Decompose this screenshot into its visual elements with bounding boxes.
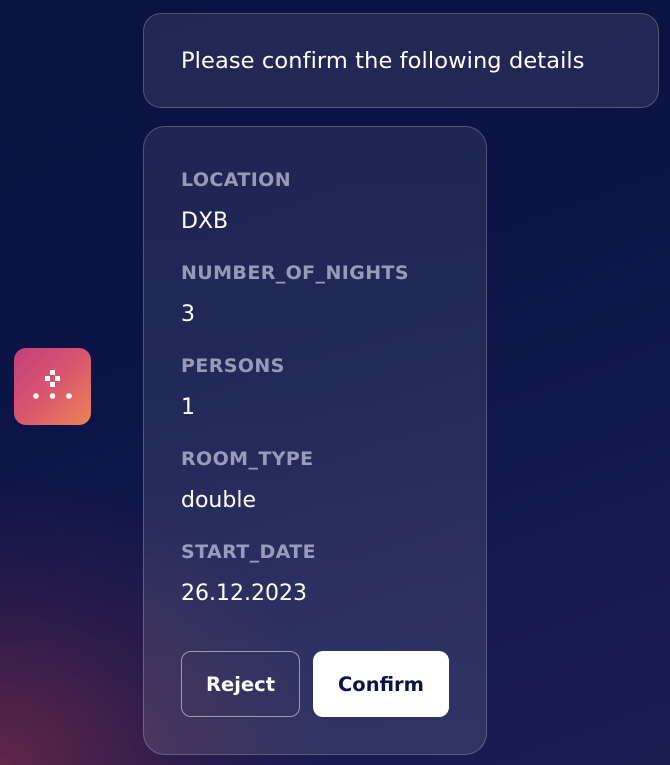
field-label-number-of-nights: NUMBER_OF_NIGHTS — [181, 262, 409, 284]
field-value-number-of-nights: 3 — [181, 302, 195, 327]
confirm-button[interactable]: Confirm — [313, 651, 449, 717]
message-text: Please confirm the following details — [181, 47, 585, 74]
confirmation-card: LOCATION DXB NUMBER_OF_NIGHTS 3 PERSONS … — [143, 126, 487, 755]
dots-logo-icon — [33, 370, 72, 399]
field-label-location: LOCATION — [181, 169, 292, 191]
field-label-room-type: ROOM_TYPE — [181, 448, 314, 470]
message-bubble: Please confirm the following details — [143, 13, 659, 108]
field-value-start-date: 26.12.2023 — [181, 581, 307, 606]
field-value-location: DXB — [181, 209, 229, 234]
field-label-start-date: START_DATE — [181, 541, 317, 563]
reject-button[interactable]: Reject — [181, 651, 300, 717]
assistant-avatar — [14, 348, 91, 425]
field-value-room-type: double — [181, 488, 256, 513]
field-label-persons: PERSONS — [181, 355, 285, 377]
field-value-persons: 1 — [181, 395, 195, 420]
